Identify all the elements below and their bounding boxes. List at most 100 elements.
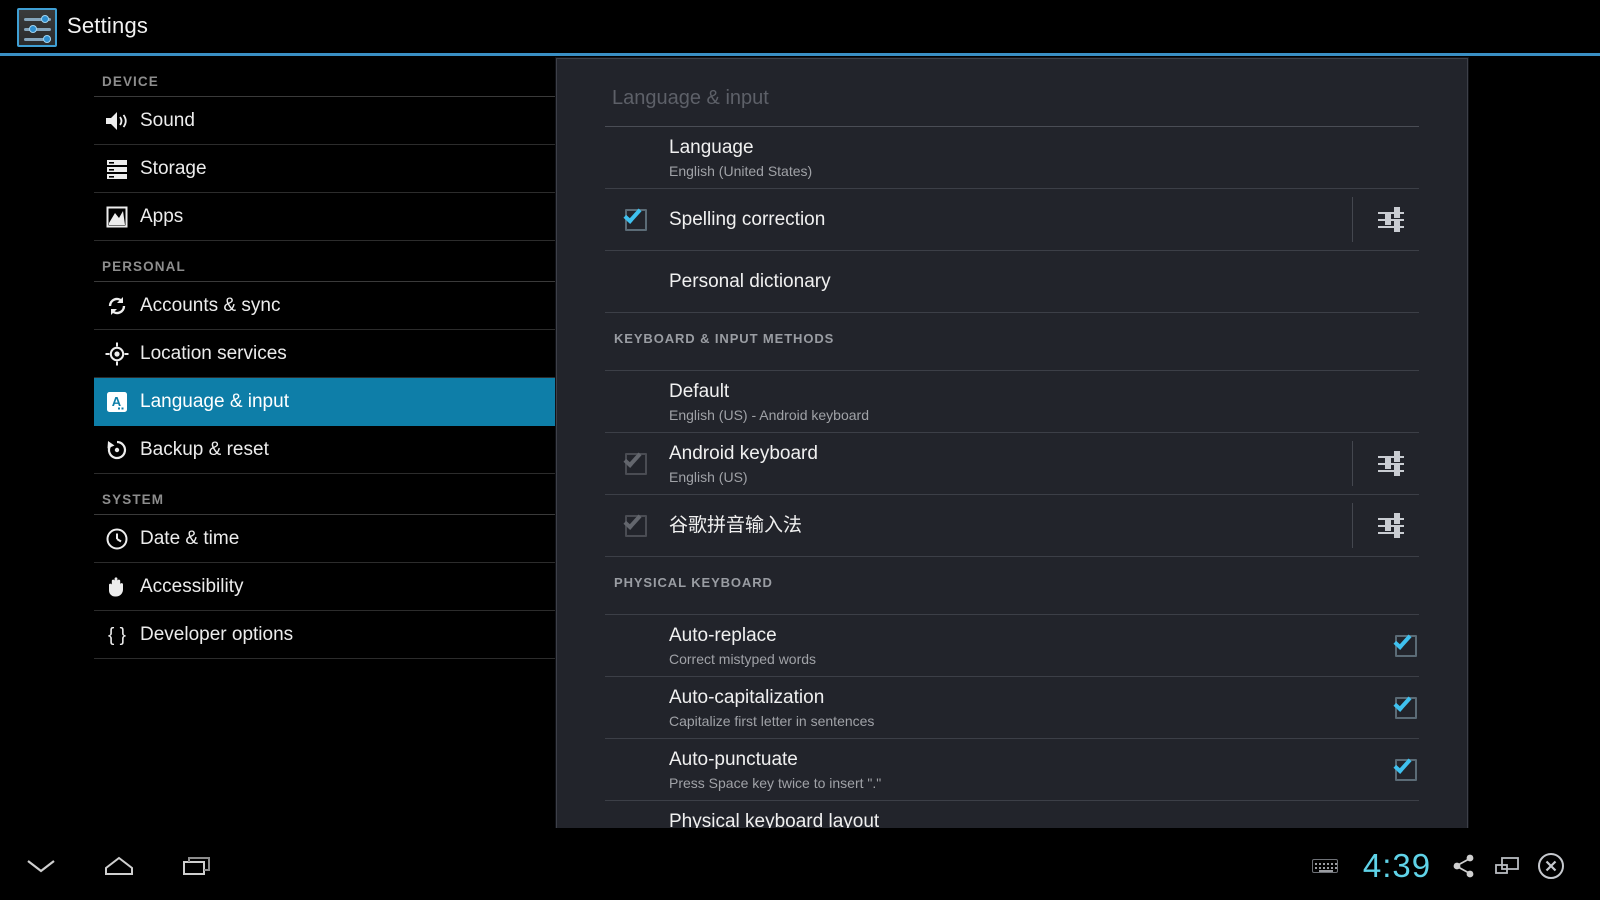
sidebar-item-apps[interactable]: Apps [94, 193, 556, 241]
row-title: Auto-replace [669, 625, 777, 647]
page-title: Settings [67, 13, 149, 38]
settings-sliders-icon [17, 8, 57, 47]
sidebar-item-label: Apps [140, 205, 184, 227]
panel-title: Language & input [612, 87, 769, 109]
row-text: Language English (United States) [667, 136, 1363, 179]
row-text: Auto-replace Correct mistyped words [667, 624, 1363, 667]
row-text: Android keyboard English (US) [667, 442, 1363, 485]
row-divider-vertical [1352, 441, 1353, 486]
sidebar-item-accounts-sync[interactable]: Accounts & sync [94, 282, 556, 330]
row-subtitle: Capitalize first letter in sentences [669, 712, 875, 729]
sidebar-group-header: DEVICE [102, 74, 159, 89]
row-text: Default English (US) - Android keyboard [667, 380, 1363, 423]
setting-row-language[interactable]: Language English (United States) [605, 127, 1419, 189]
row-title: 谷歌拼音输入法 [669, 514, 803, 536]
android-settings-screen: Settings DEVICE Sound Storage Apps PERSON… [0, 0, 1600, 900]
sidebar-item-date-time[interactable]: Date & time [94, 515, 556, 563]
input-method-settings-icon[interactable] [1363, 206, 1419, 232]
auto-replace-checkbox[interactable] [1393, 630, 1417, 657]
location-icon [94, 339, 140, 369]
section-header: PHYSICAL KEYBOARD [614, 575, 773, 590]
row-subtitle: Press Space key twice to insert "." [669, 774, 882, 791]
row-subtitle: English (US) - Android keyboard [669, 406, 869, 423]
sidebar-item-storage[interactable]: Storage [94, 145, 556, 193]
backup-reset-icon [94, 435, 140, 465]
setting-row-android-keyboard[interactable]: Android keyboard English (US) [605, 433, 1419, 495]
row-title: Spelling correction [669, 208, 826, 230]
sidebar-item-label: Storage [140, 157, 207, 179]
row-text: Auto-punctuate Press Space key twice to i… [667, 748, 1363, 791]
setting-row-physical-keyboard-layout[interactable]: Physical keyboard layoutUse system langu… [605, 801, 1419, 829]
hand-icon [94, 572, 140, 602]
sidebar-item-backup-reset[interactable]: Backup & reset [94, 426, 556, 474]
status-clock[interactable]: 4:39 [1352, 846, 1442, 886]
row-end-checkbox-cell [1363, 630, 1419, 657]
sidebar-item-label: Accessibility [140, 575, 244, 597]
auto-punctuate-checkbox[interactable] [1393, 754, 1417, 781]
sidebar-item-label: Location services [140, 342, 287, 364]
panel-settings-list: Language English (United States) Spelling … [557, 127, 1467, 829]
setting-row-personal-dictionary[interactable]: Personal dictionary [605, 251, 1419, 313]
row-text: Physical keyboard layoutUse system langu… [667, 810, 1363, 829]
setting-row-auto-punctuate[interactable]: Auto-punctuate Press Space key twice to i… [605, 739, 1419, 801]
system-navigation-bar: 4:39 [0, 828, 1600, 900]
sidebar-item-label: Language & input [140, 390, 289, 412]
row-divider-vertical [1352, 197, 1353, 242]
sidebar-item-developer-options[interactable]: { } Developer options [94, 611, 556, 659]
row-title: Physical keyboard layout [669, 811, 880, 829]
settings-sidebar: DEVICE Sound Storage Apps PERSONAL Accoun… [0, 56, 556, 828]
section-header: KEYBOARD & INPUT METHODS [614, 331, 835, 346]
storage-icon [94, 154, 140, 184]
sidebar-group-system: SYSTEM [94, 474, 556, 515]
spelling-correction-checkbox[interactable] [623, 204, 647, 231]
setting-row-spelling-correction[interactable]: Spelling correction [605, 189, 1419, 251]
recents-icon[interactable] [170, 846, 224, 886]
sidebar-group-header: PERSONAL [102, 259, 186, 274]
row-title: Default [669, 381, 730, 403]
google-pinyin-ime-checkbox [623, 510, 647, 537]
row-divider-vertical [1352, 503, 1353, 548]
row-end-checkbox-cell [1363, 754, 1419, 781]
row-title: Android keyboard [669, 443, 818, 465]
screencast-icon[interactable] [1489, 846, 1525, 886]
input-method-settings-icon[interactable] [1363, 450, 1419, 476]
sync-icon [94, 291, 140, 321]
row-checkbox-cell [605, 510, 667, 537]
keyboard-icon[interactable] [1307, 846, 1343, 886]
sidebar-item-language-input[interactable]: A Language & input [94, 378, 556, 426]
row-text: Auto-capitalization Capitalize first lett… [667, 686, 1363, 729]
sidebar-item-location-services[interactable]: Location services [94, 330, 556, 378]
setting-row-auto-replace[interactable]: Auto-replace Correct mistyped words [605, 615, 1419, 677]
sidebar-group-header: SYSTEM [102, 492, 165, 507]
row-title: Language [669, 137, 754, 159]
row-title: Auto-capitalization [669, 687, 825, 709]
sidebar-item-label: Backup & reset [140, 438, 269, 460]
language-a-icon: A [94, 387, 140, 417]
sidebar-item-label: Date & time [140, 527, 240, 549]
home-icon[interactable] [92, 846, 146, 886]
clock-icon [94, 524, 140, 554]
sidebar-item-label: Developer options [140, 623, 294, 645]
sidebar-group-device: DEVICE [94, 56, 556, 97]
row-subtitle: English (US) [669, 468, 748, 485]
sidebar-item-sound[interactable]: Sound [94, 97, 556, 145]
language-and-input-panel: Language & input Language English (United… [556, 58, 1468, 829]
row-text: Spelling correction [667, 208, 1363, 232]
row-subtitle: Correct mistyped words [669, 650, 817, 667]
setting-row-default-keyboard[interactable]: Default English (US) - Android keyboard [605, 371, 1419, 433]
sidebar-item-accessibility[interactable]: Accessibility [94, 563, 556, 611]
row-text: Personal dictionary [667, 270, 1363, 294]
share-icon[interactable] [1447, 846, 1481, 886]
row-text: 谷歌拼音输入法 [667, 514, 1363, 538]
speaker-icon [94, 106, 140, 136]
back-chevron-icon[interactable] [14, 846, 68, 886]
close-circle-icon[interactable] [1531, 846, 1571, 886]
setting-row-auto-capitalization[interactable]: Auto-capitalization Capitalize first lett… [605, 677, 1419, 739]
sidebar-item-label: Sound [140, 109, 195, 131]
setting-row-google-pinyin-ime[interactable]: 谷歌拼音输入法 [605, 495, 1419, 557]
auto-capitalization-checkbox[interactable] [1393, 692, 1417, 719]
input-method-settings-icon[interactable] [1363, 512, 1419, 538]
title-bar: Settings [0, 0, 1600, 56]
svg-text:A: A [112, 394, 122, 409]
svg-text:{ }: { } [108, 625, 126, 646]
